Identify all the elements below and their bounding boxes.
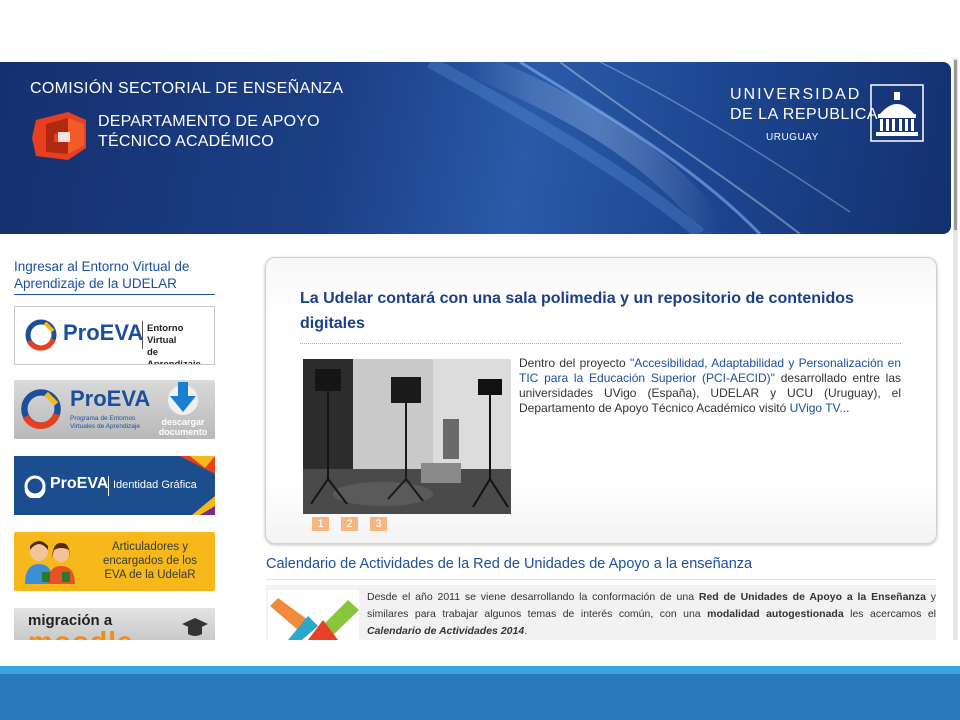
summary-text: Dentro del proyecto [519, 356, 630, 370]
proeva-logo-icon [21, 389, 61, 429]
slide-page-1[interactable]: 1 [312, 517, 329, 531]
page-fold-cover [0, 640, 960, 666]
featured-title[interactable]: La Udelar contará con una sala polimedia… [300, 286, 910, 336]
joined-hands-image [268, 590, 359, 640]
articulators-caption: Articuladores y encargados de los EVA de l… [103, 541, 197, 581]
sidebar-divider [14, 294, 215, 295]
proeva-logo-icon [24, 475, 46, 498]
color-triangles-decoration [180, 456, 215, 515]
proeva-brand-label: ProEVA [70, 386, 151, 411]
proeva-logo-icon [25, 319, 57, 351]
featured-summary: Dentro del proyecto "Accesibilidad, Adap… [519, 356, 901, 416]
slide-page-3[interactable]: 3 [370, 517, 387, 531]
slide-page-2[interactable]: 2 [341, 517, 358, 531]
proeva-brand-label: ProEVA [63, 320, 144, 345]
download-document-button[interactable]: ProEVA Programa de Entornos Virtuales de … [14, 380, 215, 439]
university-country: URUGUAY [766, 132, 819, 143]
download-caption: descargar documento [158, 417, 208, 437]
brand-separator [108, 476, 109, 496]
calendar-section-title[interactable]: Calendario de Actividades de la Red de U… [266, 556, 752, 572]
page: { "header": { "institution": "COMISIÓN S… [0, 0, 960, 720]
header-banner: COMISIÓN SECTORIAL DE ENSEÑANZA DEPARTAM… [0, 62, 951, 234]
institution-title: COMISIÓN SECTORIAL DE ENSEÑANZA [30, 80, 344, 97]
brand-separator [142, 321, 143, 349]
program-caption: Programa de Entornos Virtuales de Aprendi… [70, 415, 140, 430]
university-name-line2: DE LA REPUBLICA [730, 106, 878, 123]
footer-accent-bar [0, 666, 960, 674]
proeva-brand-label: ProEVA [50, 475, 109, 492]
calendar-summary: Desde el año 2011 se viene desarrollando… [367, 591, 937, 637]
uvigo-tv-link[interactable]: UVigo TV... [790, 401, 850, 415]
footer-bar [0, 674, 960, 720]
graduation-cap-icon [182, 618, 208, 636]
featured-photo[interactable] [303, 359, 511, 514]
studio-photo-image [303, 359, 511, 514]
department-name-line2: TÉCNICO ACADÉMICO [98, 133, 274, 150]
articulators-button[interactable]: Articuladores y encargados de los EVA de l… [14, 532, 215, 591]
department-name-line1: DEPARTAMENTO DE APOYO [98, 113, 320, 130]
virtual-environment-link[interactable]: Ingresar al Entorno Virtual de Aprendiza… [14, 258, 216, 292]
graphic-identity-button[interactable]: ProEVA Identidad Gráfica [14, 456, 215, 515]
calendar-image[interactable] [268, 590, 359, 640]
moodle-wordmark: moodle [28, 626, 134, 640]
department-logo [32, 112, 86, 160]
calendar-link[interactable]: Calendario de Actividades 2014 [367, 625, 524, 637]
proeva-environment-button[interactable]: ProEVA Entorno Virtual de Aprendizaje [14, 306, 215, 365]
download-arrow-icon [168, 382, 198, 415]
university-emblem-icon [870, 84, 924, 142]
moodle-migration-button[interactable]: migración a moodle [14, 608, 215, 640]
calendar-divider [266, 579, 936, 580]
entorno-caption: Entorno Virtual de Aprendizaje [147, 323, 201, 365]
scrollbar-thumb[interactable] [954, 60, 957, 230]
featured-title-underline [300, 343, 901, 344]
university-name-line1: UNIVERSIDAD [730, 86, 862, 103]
people-icon [25, 541, 75, 584]
